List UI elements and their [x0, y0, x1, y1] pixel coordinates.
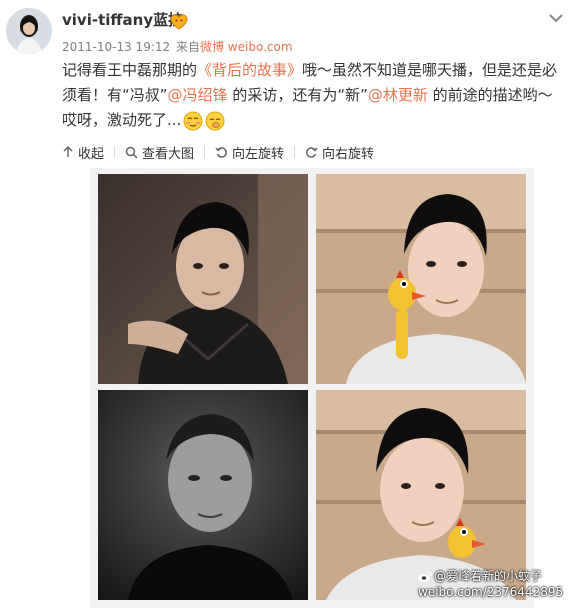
photo-1[interactable] — [98, 174, 308, 384]
rotate-right-label: 向右旋转 — [322, 146, 375, 162]
view-large-button[interactable]: 查看大图 — [125, 143, 194, 162]
rotate-left-button[interactable]: 向左旋转 — [215, 143, 284, 162]
photo-image — [98, 390, 308, 600]
rotate-left-icon — [215, 146, 227, 158]
vip-badge-icon[interactable] — [170, 14, 188, 30]
post-text-part: 记得看王中磊那期的 — [62, 61, 198, 79]
blush-emoji-icon — [183, 111, 203, 130]
view-large-label: 查看大图 — [142, 146, 195, 162]
post-timestamp[interactable]: 2011-10-13 19:12 — [62, 40, 170, 54]
media-action-bar: 收起 查看大图 向左旋转 向右旋转 — [62, 143, 374, 162]
mention-link[interactable]: @林更新 — [368, 86, 428, 104]
post-text: 记得看王中磊那期的《背后的故事》哦～虽然不知道是哪天播，但是还是必须看！有“冯叔… — [62, 58, 562, 133]
post-source-link[interactable]: 微博 weibo.com — [200, 40, 293, 54]
collapse-label: 收起 — [78, 146, 105, 162]
magnifier-icon — [125, 146, 138, 159]
username-link[interactable]: vivi-tiffany蓝控 — [62, 9, 183, 30]
watermark-handle: @爱峰着新的小蚊子 — [434, 569, 543, 583]
avatar-image — [6, 8, 52, 54]
weibo-post-card: vivi-tiffany蓝控 2011-10-13 19:12 来自微博 wei… — [0, 0, 577, 615]
collapse-button[interactable]: 收起 — [62, 143, 104, 162]
weibo-watermark: @爱峰着新的小蚊子 weibo.com/2376442895 — [418, 568, 563, 600]
post-text-part: 的采访，还有为“新” — [227, 86, 368, 104]
divider — [294, 146, 296, 158]
giggle-emoji-icon — [205, 111, 225, 130]
photo-3[interactable] — [98, 390, 308, 600]
rotate-right-button[interactable]: 向右旋转 — [305, 143, 374, 162]
photo-2[interactable] — [316, 174, 526, 384]
mention-link[interactable]: @冯绍锋 — [168, 86, 228, 104]
chevron-down-icon[interactable] — [548, 12, 564, 24]
watermark-url: weibo.com/2376442895 — [418, 585, 564, 599]
rotate-left-label: 向左旋转 — [232, 146, 285, 162]
rotate-right-icon — [306, 146, 318, 158]
weibo-logo-icon — [418, 570, 432, 582]
photo-image — [98, 174, 308, 384]
arrow-up-icon — [63, 146, 73, 157]
source-prefix: 来自 — [175, 40, 200, 54]
post-meta: 2011-10-13 19:12 来自微博 weibo.com — [62, 38, 293, 55]
topic-link[interactable]: 《背后的故事》 — [197, 61, 302, 79]
photo-image — [316, 174, 526, 384]
divider — [114, 146, 116, 158]
image-grid — [90, 168, 534, 608]
divider — [204, 146, 206, 158]
avatar[interactable] — [6, 8, 52, 54]
